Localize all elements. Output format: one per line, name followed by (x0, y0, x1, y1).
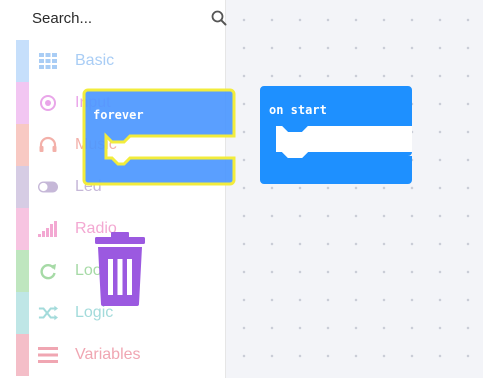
category-color-bar (16, 250, 29, 292)
target-icon (38, 93, 58, 113)
block-label: on start (269, 103, 327, 117)
category-label: Variables (75, 346, 141, 363)
signal-icon (38, 219, 58, 239)
workspace-canvas[interactable] (226, 0, 483, 378)
toggle-icon (38, 177, 58, 197)
category-label: Basic (75, 52, 115, 69)
category-basic[interactable]: Basic (0, 40, 226, 82)
toolbox: Basic Input Music (0, 0, 227, 378)
trash-icon[interactable] (89, 232, 151, 306)
grid-icon (38, 51, 58, 71)
category-color-bar (16, 82, 29, 124)
shuffle-icon (38, 303, 58, 323)
search-icon[interactable] (210, 9, 228, 27)
makecode-editor: Basic Input Music (0, 0, 483, 378)
category-color-bar (16, 40, 29, 82)
category-color-bar (16, 166, 29, 208)
category-label: Logic (75, 304, 114, 321)
category-variables[interactable]: Variables (0, 334, 226, 376)
forever-block[interactable]: forever (82, 88, 238, 188)
lines-icon (38, 345, 58, 365)
search-input[interactable] (32, 8, 182, 28)
category-color-bar (16, 208, 29, 250)
headphones-icon (38, 135, 58, 155)
category-color-bar (16, 292, 29, 334)
search-box[interactable] (16, 0, 227, 38)
block-label: forever (93, 108, 144, 122)
category-color-bar (16, 124, 29, 166)
on-start-block[interactable]: on start (260, 86, 412, 184)
refresh-icon (38, 261, 58, 281)
category-color-bar (16, 334, 29, 376)
